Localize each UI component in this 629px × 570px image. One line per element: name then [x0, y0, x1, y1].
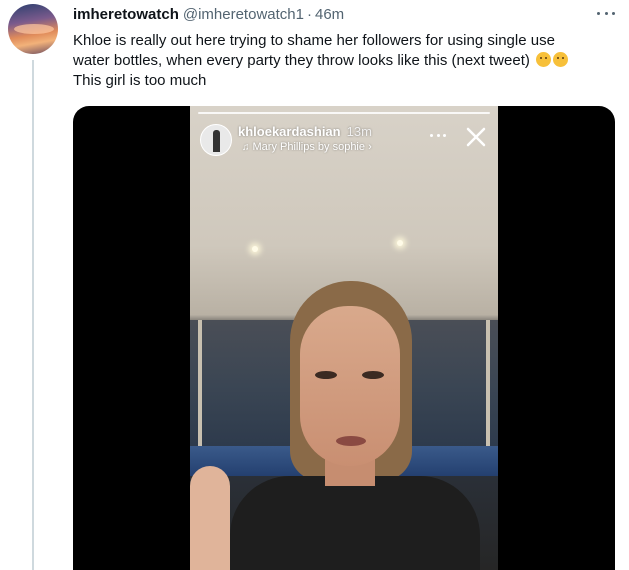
story-time: 13m	[346, 124, 372, 139]
person-body	[230, 476, 480, 570]
music-note-icon: ♫	[242, 142, 250, 153]
user-handle[interactable]: @imheretowatch1	[183, 6, 304, 23]
story-more-icon[interactable]	[430, 134, 446, 138]
story-username[interactable]: khloekardashian	[238, 124, 341, 139]
worried-face-emoji-icon	[553, 52, 569, 67]
tweet-header: imheretowatch @imheretowatch1 · 46m	[73, 6, 344, 26]
person-eye	[362, 371, 384, 379]
display-name[interactable]: imheretowatch	[73, 6, 179, 23]
tweet-text-line-2: water bottles, when every party they thr…	[73, 51, 613, 71]
instagram-story-screenshot: khloekardashian 13m ♫ Mary Phillips by sop…	[190, 106, 498, 570]
story-progress-bar	[198, 112, 490, 114]
tweet: imheretowatch @imheretowatch1 · 46m Khlo…	[0, 0, 629, 570]
tweet-text-line-2-text: water bottles, when every party they thr…	[73, 52, 530, 69]
chevron-right-icon: ›	[368, 141, 372, 153]
person-eye	[315, 371, 337, 379]
ceiling-light	[397, 240, 403, 246]
avatar[interactable]	[8, 4, 58, 54]
separator-dot: ·	[306, 6, 312, 23]
close-icon[interactable]	[465, 126, 487, 148]
tweet-text: Khloe is really out here trying to shame…	[73, 31, 613, 91]
story-avatar[interactable]	[200, 124, 232, 156]
story-music[interactable]: ♫ Mary Phillips by sophie ›	[242, 141, 372, 153]
more-options-icon[interactable]	[597, 10, 615, 16]
worried-face-emoji-icon	[536, 52, 552, 67]
thread-line	[32, 60, 34, 570]
person-hand	[190, 466, 230, 570]
tweet-media[interactable]: khloekardashian 13m ♫ Mary Phillips by sop…	[73, 106, 615, 570]
tweet-timestamp[interactable]: 46m	[315, 6, 344, 23]
ceiling-light	[252, 246, 258, 252]
person-mouth	[336, 436, 366, 446]
avatar-image	[14, 24, 54, 34]
story-music-title: Mary Phillips by sophie	[252, 141, 366, 153]
story-user: khloekardashian 13m	[238, 124, 372, 139]
tweet-text-line-3: This girl is too much	[73, 72, 207, 89]
tweet-text-line-1: Khloe is really out here trying to shame…	[73, 32, 555, 49]
